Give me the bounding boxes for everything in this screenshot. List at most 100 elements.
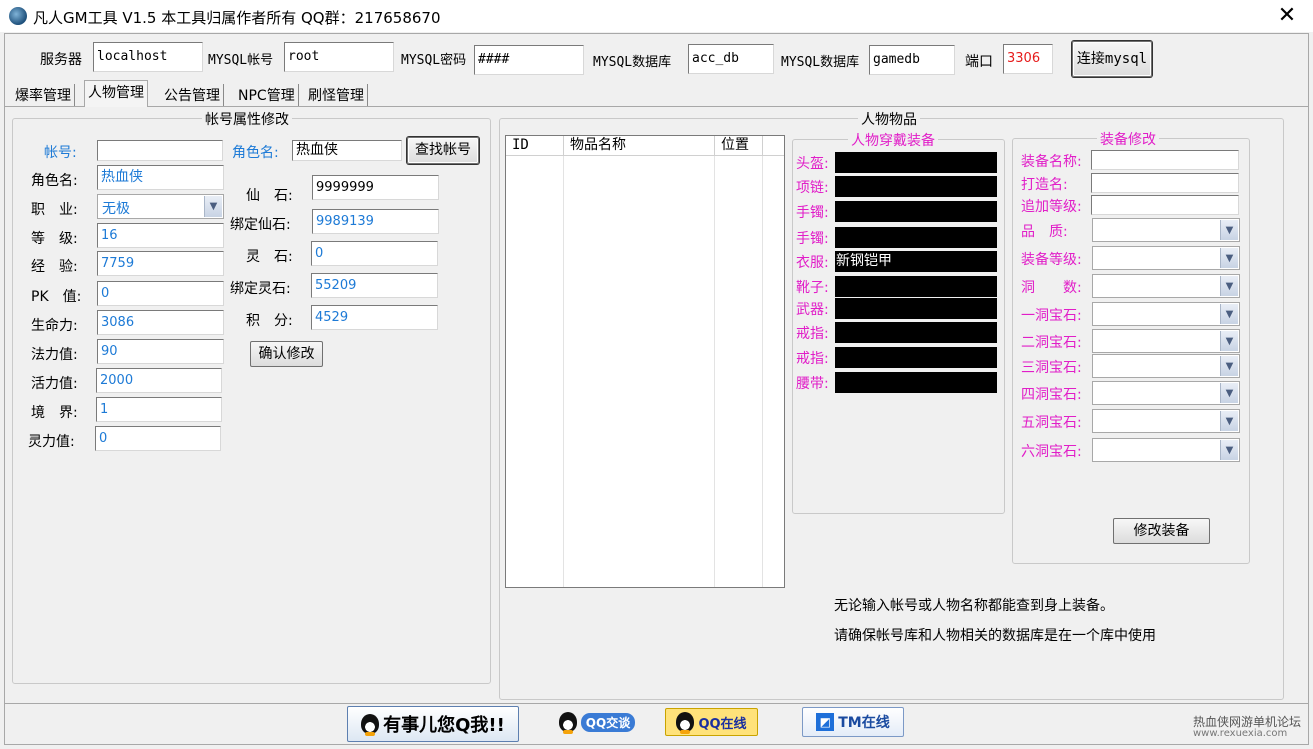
tab-monster[interactable]: 刷怪管理 [305, 84, 368, 106]
field-bound-spirit-stone-input[interactable]: 55209 [311, 273, 438, 298]
equip-slot-value[interactable] [835, 152, 997, 173]
field-role-input[interactable]: 热血侠 [97, 165, 224, 190]
qq-online-button[interactable]: QQ在线 [665, 708, 758, 736]
modify-combo-label: 一洞宝石: [1021, 308, 1082, 324]
port-input[interactable]: 3306 [1003, 44, 1053, 74]
items-group-title: 人物物品 [858, 109, 920, 129]
mysql-password-label: MYSQL密码 [401, 53, 467, 68]
field-label-pk: PK 值: [31, 289, 82, 305]
modify-combo-label: 四洞宝石: [1021, 387, 1082, 403]
modify-combo-select[interactable]: ▼ [1092, 274, 1240, 298]
database-note: 请确保帐号库和人物相关的数据库是在一个库中使用 [834, 628, 1156, 644]
modify-combo-select[interactable]: ▼ [1092, 381, 1240, 405]
equip-slot-value[interactable] [835, 322, 997, 343]
chevron-down-icon: ▼ [1220, 411, 1238, 431]
modify-field-input[interactable] [1091, 195, 1239, 215]
class-select[interactable]: 无极 ▼ [97, 194, 224, 219]
equip-slot-label: 手镯: [796, 205, 829, 221]
field-label-exp: 经 验: [31, 259, 78, 275]
modify-combo-select[interactable]: ▼ [1092, 218, 1240, 242]
field-level-input[interactable]: 16 [97, 223, 224, 248]
field-label-spirit: 灵力值: [28, 434, 75, 450]
mysql-db2-input[interactable]: gamedb [869, 45, 955, 75]
equip-slot-value[interactable]: 新钢铠甲 [835, 251, 997, 272]
grid-col-name[interactable]: 物品名称 [564, 136, 715, 156]
role-name-label: 角色名: [232, 145, 279, 161]
account-input[interactable] [97, 140, 223, 161]
modify-combo-select[interactable]: ▼ [1092, 302, 1240, 326]
grid-column-divider [563, 156, 564, 587]
modify-field-input[interactable] [1091, 150, 1239, 170]
qq-chat-button[interactable]: QQ交谈 [558, 710, 636, 734]
equipment-modify-title: 装备修改 [1097, 129, 1159, 149]
field-points-input[interactable]: 4529 [311, 305, 438, 330]
modify-combo-select[interactable]: ▼ [1092, 354, 1240, 378]
field-immortal-stone-input[interactable]: 9999999 [312, 175, 439, 200]
tab-announcement[interactable]: 公告管理 [161, 84, 224, 106]
close-icon[interactable]: ✕ [1272, 2, 1302, 30]
modify-field-label: 装备名称: [1021, 154, 1082, 170]
modify-equipment-button[interactable]: 修改装备 [1113, 518, 1210, 544]
tm-icon: ◩ [816, 713, 835, 731]
equip-slot-value[interactable] [835, 298, 997, 319]
equip-slot-value[interactable] [835, 176, 997, 197]
mysql-password-input[interactable]: #### [474, 45, 584, 75]
field-spirit-input[interactable]: 0 [95, 426, 221, 451]
tm-online-label: TM在线 [838, 715, 890, 731]
field-vitality-input[interactable]: 2000 [96, 368, 222, 393]
modify-combo-select[interactable]: ▼ [1092, 409, 1240, 433]
connect-mysql-button[interactable]: 连接mysql [1072, 41, 1152, 77]
modify-field-input[interactable] [1091, 173, 1239, 193]
chevron-down-icon: ▼ [204, 196, 222, 217]
tab-npc[interactable]: NPC管理 [235, 84, 299, 106]
equip-slot-value[interactable] [835, 372, 997, 393]
field-realm-input[interactable]: 1 [96, 397, 222, 422]
field-label-immortal-stone: 仙 石: [246, 188, 293, 204]
field-spirit-stone-input[interactable]: 0 [311, 241, 438, 266]
field-label-vitality: 活力值: [31, 376, 78, 392]
mysql-user-input[interactable]: root [284, 42, 394, 72]
field-label-role: 角色名: [31, 173, 78, 189]
equip-slot-value[interactable] [835, 276, 997, 297]
grid-header: ID 物品名称 位置 [506, 136, 784, 156]
modify-combo-select[interactable]: ▼ [1092, 329, 1240, 353]
qq-penguin-icon [361, 714, 380, 736]
window-title: 凡人GM工具 V1.5 本工具归属作者所有 QQ群：217658670 [33, 9, 441, 27]
qq-contact-label: 有事儿您Q我!! [383, 715, 505, 736]
modify-combo-select[interactable]: ▼ [1092, 246, 1240, 270]
item-list-grid[interactable]: ID 物品名称 位置 [505, 135, 785, 588]
find-account-button[interactable]: 查找帐号 [407, 137, 479, 164]
equip-slot-value[interactable] [835, 347, 997, 368]
field-mp-input[interactable]: 90 [97, 339, 224, 364]
mysql-db-input[interactable]: acc_db [688, 44, 774, 74]
modify-combo-label: 二洞宝石: [1021, 335, 1082, 351]
equip-slot-label: 衣服: [796, 255, 829, 271]
grid-col-position[interactable]: 位置 [715, 136, 763, 156]
role-name-input[interactable]: 热血侠 [292, 140, 402, 161]
tab-drop-rate[interactable]: 爆率管理 [12, 84, 75, 106]
account-group-title: 帐号属性修改 [202, 109, 292, 129]
field-exp-input[interactable]: 7759 [97, 251, 224, 276]
modify-combo-label: 六洞宝石: [1021, 444, 1082, 460]
field-label-mp: 法力值: [31, 347, 78, 363]
modify-combo-select[interactable]: ▼ [1092, 438, 1240, 462]
modify-combo-label: 五洞宝石: [1021, 415, 1082, 431]
qq-contact-button[interactable]: 有事儿您Q我!! [347, 706, 519, 742]
equip-slot-label: 武器: [796, 302, 829, 318]
tm-online-button[interactable]: ◩ TM在线 [802, 707, 904, 737]
field-label-class: 职 业: [31, 202, 78, 218]
field-hp-input[interactable]: 3086 [97, 310, 224, 335]
field-bound-immortal-stone-input[interactable]: 9989139 [312, 209, 439, 234]
grid-col-id[interactable]: ID [506, 136, 564, 156]
search-note: 无论输入帐号或人物名称都能查到身上装备。 [834, 598, 1114, 614]
equip-slot-value[interactable] [835, 227, 997, 248]
tab-character[interactable]: 人物管理 [84, 80, 148, 107]
field-label-realm: 境 界: [31, 405, 78, 421]
server-input[interactable]: localhost [93, 42, 203, 72]
chevron-down-icon: ▼ [1220, 248, 1238, 268]
equip-slot-label: 戒指: [796, 326, 829, 342]
field-pk-input[interactable]: 0 [97, 281, 224, 306]
modify-combo-label: 装备等级: [1021, 252, 1082, 268]
confirm-modify-button[interactable]: 确认修改 [250, 341, 323, 367]
equip-slot-value[interactable] [835, 201, 997, 222]
